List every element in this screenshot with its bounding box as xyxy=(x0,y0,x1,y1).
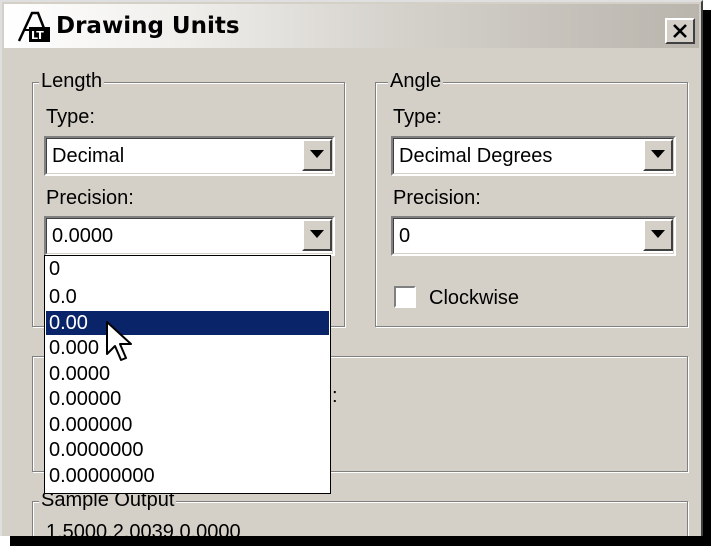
mouse-pointer-icon xyxy=(106,321,132,361)
dialog-title: Drawing Units xyxy=(56,13,240,39)
precision-option[interactable]: 0 xyxy=(46,257,329,281)
precision-option[interactable]: 0.00000 xyxy=(46,387,329,411)
angle-type-label: Type: xyxy=(393,106,442,128)
precision-option-highlighted[interactable]: 0.00 xyxy=(46,311,329,335)
angle-precision-combo[interactable]: 0 xyxy=(391,216,676,256)
insertion-scale-partial-text: : xyxy=(332,385,338,407)
length-group-label: Length xyxy=(39,70,105,92)
clockwise-checkbox[interactable] xyxy=(394,286,416,308)
window-drop-shadow xyxy=(10,536,711,546)
chevron-down-icon xyxy=(651,150,665,158)
precision-option[interactable]: 0.0 xyxy=(46,285,329,309)
angle-precision-dropdown-button[interactable] xyxy=(643,219,673,251)
angle-type-dropdown-button[interactable] xyxy=(643,139,673,171)
precision-option[interactable]: 0.0000000 xyxy=(46,438,329,462)
length-type-value: Decimal xyxy=(52,145,125,167)
svg-text:LT: LT xyxy=(31,29,44,42)
angle-type-value: Decimal Degrees xyxy=(399,145,553,167)
length-precision-combo[interactable]: 0.0000 xyxy=(44,216,335,256)
angle-precision-label: Precision: xyxy=(393,187,481,209)
autocad-lt-icon: LT xyxy=(16,10,52,44)
length-type-label: Type: xyxy=(46,106,95,128)
chevron-down-icon xyxy=(651,230,665,238)
drawing-units-dialog: LT Drawing Units Length Type: Decimal Pr… xyxy=(0,0,703,536)
precision-option[interactable]: 0.00000000 xyxy=(46,464,329,488)
length-type-combo[interactable]: Decimal xyxy=(44,136,335,176)
precision-option[interactable]: 0.0000 xyxy=(46,362,329,386)
length-type-dropdown-button[interactable] xyxy=(302,139,332,171)
precision-option[interactable]: 0.000 xyxy=(46,336,329,360)
length-precision-dropdown-list[interactable]: 0 0.0 0.00 0.000 0.0000 0.00000 0.000000… xyxy=(44,255,331,494)
sample-output-line: 1.5000,2.0039,0.0000 xyxy=(46,521,241,536)
angle-group-label: Angle xyxy=(388,70,444,92)
window-drop-shadow xyxy=(703,10,711,546)
close-x-icon xyxy=(673,24,687,38)
length-precision-dropdown-button[interactable] xyxy=(302,219,332,251)
length-precision-value: 0.0000 xyxy=(52,225,114,247)
clockwise-label[interactable]: Clockwise xyxy=(429,287,519,309)
length-precision-label: Precision: xyxy=(46,187,134,209)
chevron-down-icon xyxy=(310,230,324,238)
chevron-down-icon xyxy=(310,150,324,158)
title-bar[interactable]: LT Drawing Units xyxy=(4,4,699,48)
close-button[interactable] xyxy=(665,18,695,44)
angle-precision-value: 0 xyxy=(399,225,411,247)
angle-type-combo[interactable]: Decimal Degrees xyxy=(391,136,676,176)
precision-option[interactable]: 0.000000 xyxy=(46,413,329,437)
